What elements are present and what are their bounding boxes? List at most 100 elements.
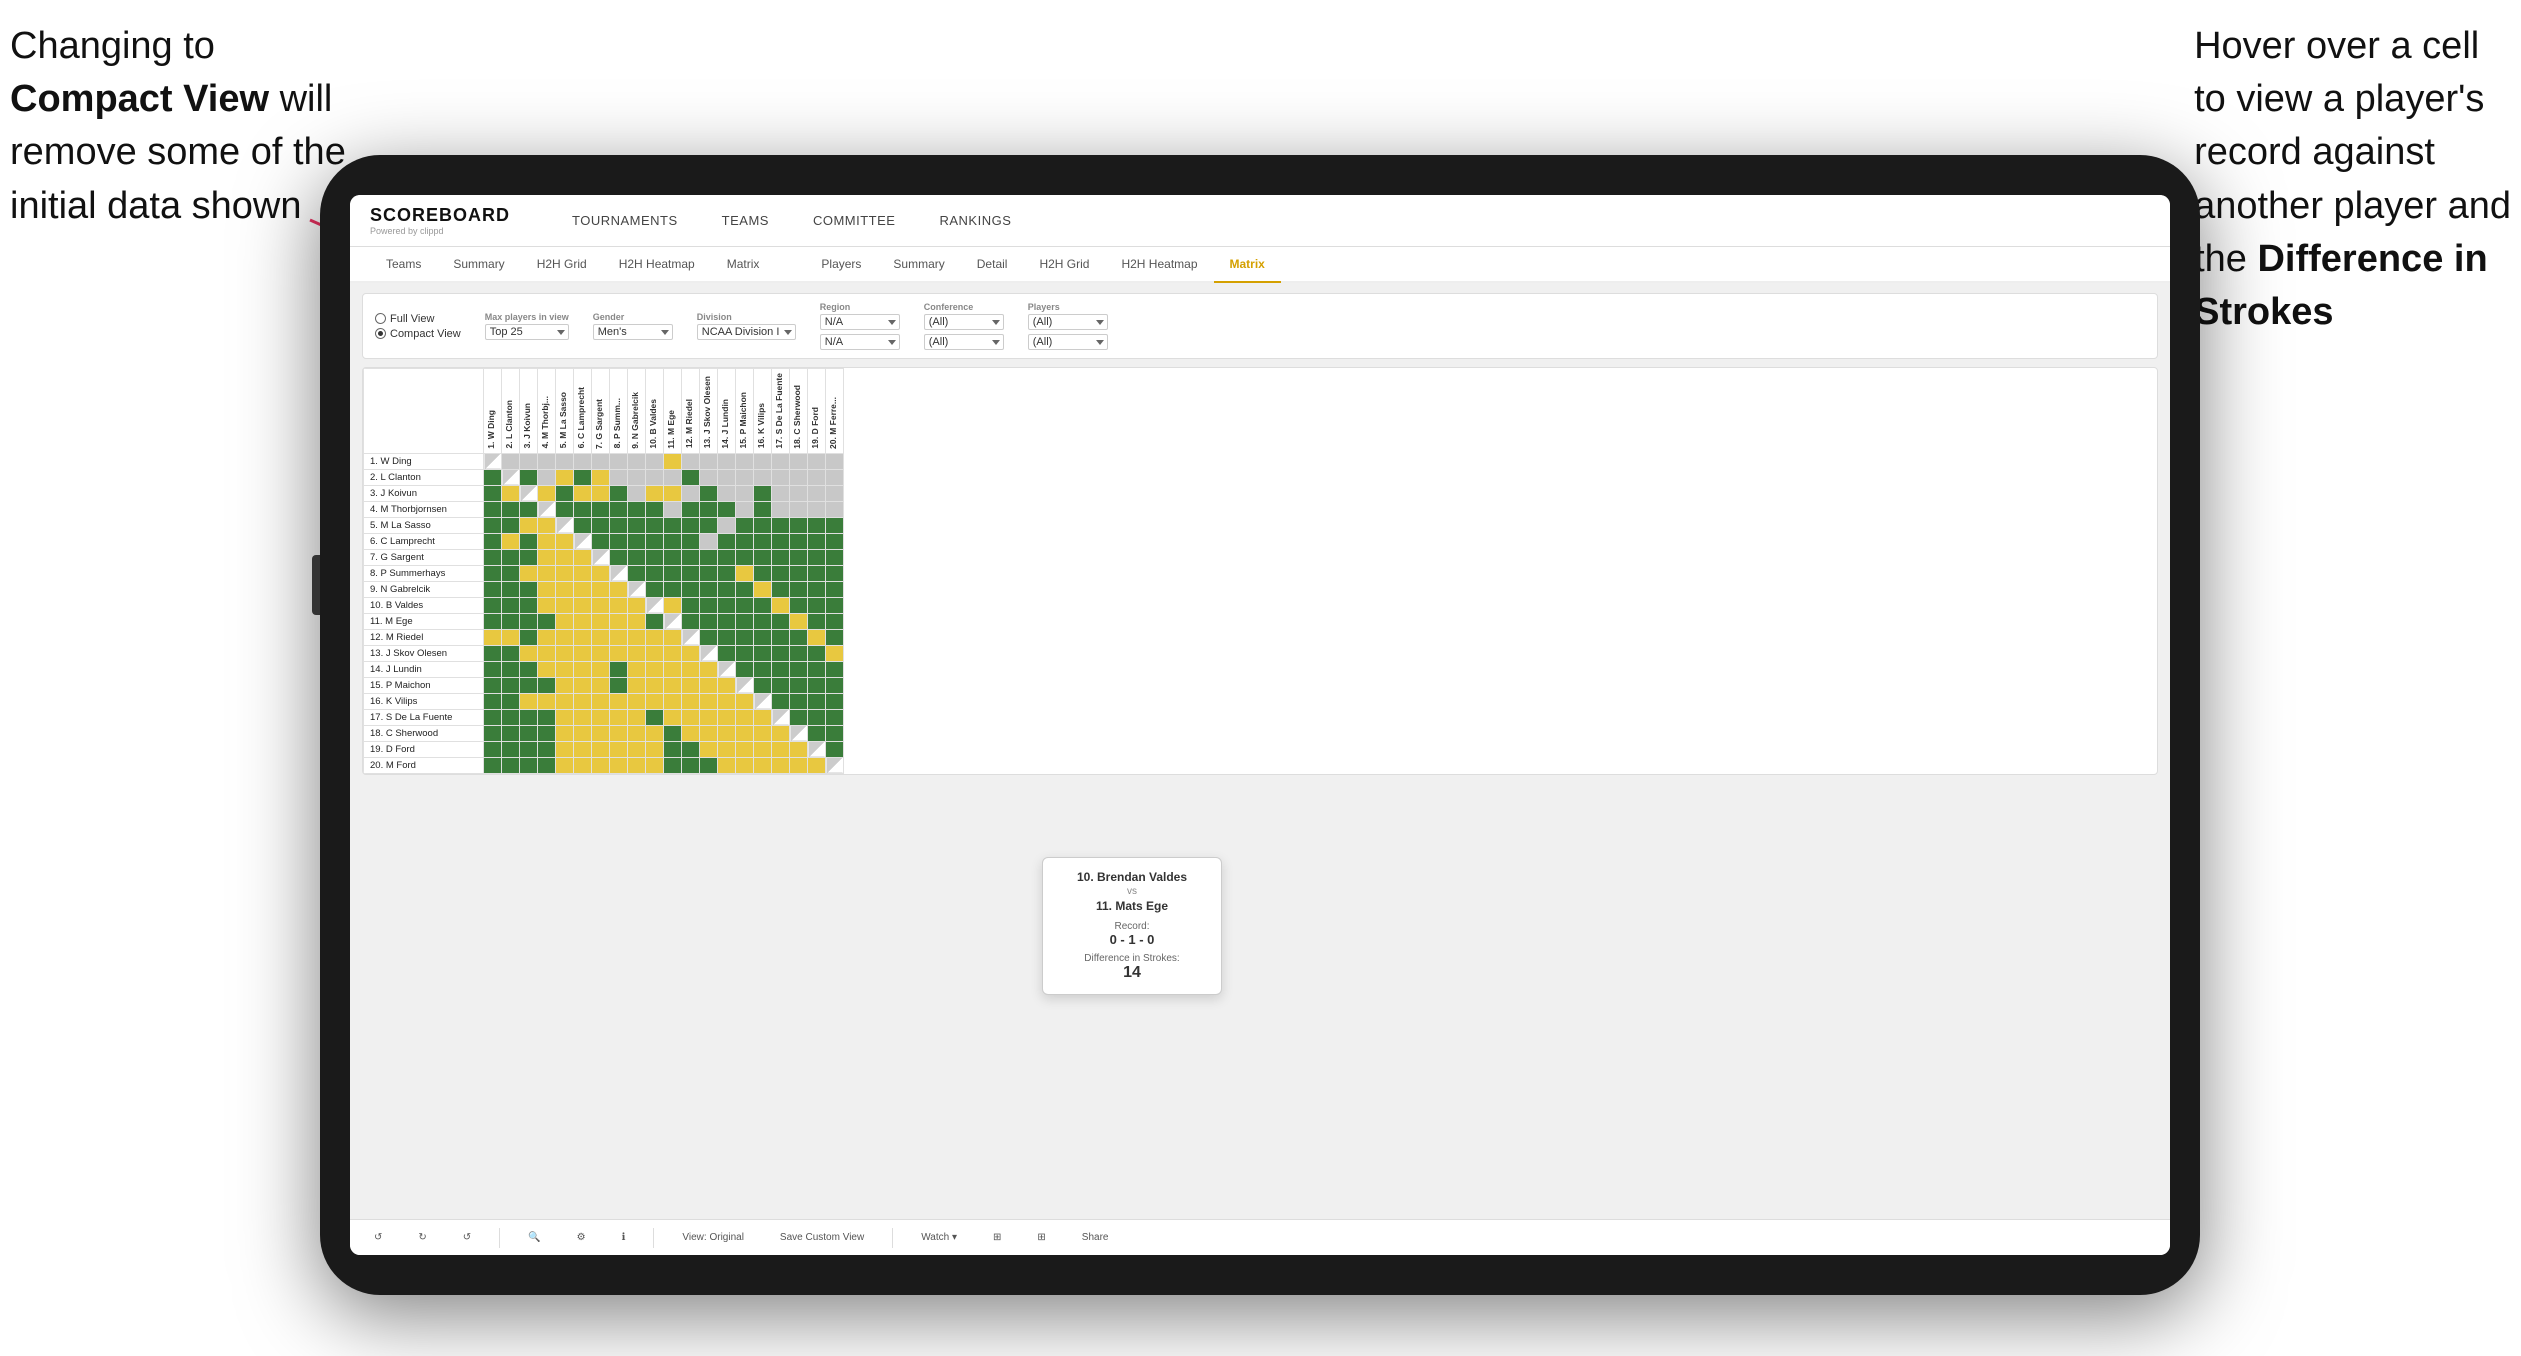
heat-cell[interactable] <box>484 645 502 661</box>
heat-cell[interactable] <box>574 613 592 629</box>
heat-cell[interactable] <box>520 469 538 485</box>
compact-view-option[interactable]: Compact View <box>375 328 461 340</box>
heat-cell[interactable] <box>520 517 538 533</box>
heat-cell[interactable] <box>826 693 844 709</box>
heat-cell[interactable] <box>682 693 700 709</box>
heat-cell[interactable] <box>556 613 574 629</box>
heat-cell[interactable] <box>484 725 502 741</box>
undo-button[interactable]: ↺ <box>366 1229 390 1246</box>
heat-cell[interactable] <box>592 661 610 677</box>
heat-cell[interactable] <box>520 757 538 773</box>
heat-cell[interactable] <box>790 597 808 613</box>
heat-cell[interactable] <box>646 645 664 661</box>
heat-cell[interactable] <box>556 469 574 485</box>
heat-cell[interactable] <box>700 757 718 773</box>
heat-cell[interactable] <box>790 709 808 725</box>
heat-cell[interactable] <box>484 613 502 629</box>
heat-cell[interactable] <box>790 725 808 741</box>
division-select[interactable]: NCAA Division I <box>697 324 796 340</box>
heat-cell[interactable] <box>700 597 718 613</box>
heat-cell[interactable] <box>574 757 592 773</box>
heat-cell[interactable] <box>664 517 682 533</box>
heat-cell[interactable] <box>754 581 772 597</box>
heat-cell[interactable] <box>610 741 628 757</box>
heat-cell[interactable] <box>772 501 790 517</box>
heat-cell[interactable] <box>682 645 700 661</box>
heat-cell[interactable] <box>556 757 574 773</box>
heat-cell[interactable] <box>754 517 772 533</box>
heat-cell[interactable] <box>610 485 628 501</box>
tab-summary-2[interactable]: Summary <box>877 247 960 283</box>
heat-cell[interactable] <box>790 565 808 581</box>
heat-cell[interactable] <box>772 613 790 629</box>
heat-cell[interactable] <box>520 629 538 645</box>
heat-cell[interactable] <box>718 677 736 693</box>
heat-cell[interactable] <box>502 549 520 565</box>
heat-cell[interactable] <box>538 501 556 517</box>
heat-cell[interactable] <box>520 581 538 597</box>
players-select-1[interactable]: (All) <box>1028 314 1108 330</box>
heat-cell[interactable] <box>718 453 736 469</box>
heat-cell[interactable] <box>556 597 574 613</box>
heat-cell[interactable] <box>628 597 646 613</box>
heat-cell[interactable] <box>502 501 520 517</box>
heat-cell[interactable] <box>772 565 790 581</box>
heat-cell[interactable] <box>502 517 520 533</box>
heat-cell[interactable] <box>592 517 610 533</box>
heat-cell[interactable] <box>520 597 538 613</box>
heat-cell[interactable] <box>556 645 574 661</box>
heat-cell[interactable] <box>628 581 646 597</box>
heat-cell[interactable] <box>574 597 592 613</box>
heat-cell[interactable] <box>682 565 700 581</box>
heat-cell[interactable] <box>538 757 556 773</box>
heat-cell[interactable] <box>718 517 736 533</box>
heat-cell[interactable] <box>502 533 520 549</box>
heat-cell[interactable] <box>610 613 628 629</box>
heat-cell[interactable] <box>628 501 646 517</box>
players-select-2[interactable]: (All) <box>1028 334 1108 350</box>
heat-cell[interactable] <box>520 709 538 725</box>
heat-cell[interactable] <box>646 597 664 613</box>
heat-cell[interactable] <box>646 613 664 629</box>
heat-cell[interactable] <box>754 533 772 549</box>
heat-cell[interactable] <box>592 709 610 725</box>
heat-cell[interactable] <box>718 645 736 661</box>
heat-cell[interactable] <box>592 597 610 613</box>
heat-cell[interactable] <box>484 565 502 581</box>
heat-cell[interactable] <box>736 693 754 709</box>
heat-cell[interactable] <box>826 661 844 677</box>
tab-matrix-2[interactable]: Matrix <box>1214 247 1281 283</box>
tab-h2h-grid-2[interactable]: H2H Grid <box>1023 247 1105 283</box>
heat-cell[interactable] <box>484 469 502 485</box>
heat-cell[interactable] <box>520 613 538 629</box>
heat-cell[interactable] <box>646 533 664 549</box>
heat-cell[interactable] <box>574 501 592 517</box>
heat-cell[interactable] <box>646 469 664 485</box>
heat-cell[interactable] <box>556 485 574 501</box>
heat-cell[interactable] <box>808 677 826 693</box>
heat-cell[interactable] <box>646 741 664 757</box>
heat-cell[interactable] <box>484 501 502 517</box>
heat-cell[interactable] <box>592 549 610 565</box>
full-view-radio[interactable] <box>375 313 386 324</box>
heat-cell[interactable] <box>592 757 610 773</box>
heat-cell[interactable] <box>520 565 538 581</box>
heat-cell[interactable] <box>628 661 646 677</box>
heat-cell[interactable] <box>664 629 682 645</box>
heat-cell[interactable] <box>772 661 790 677</box>
heat-cell[interactable] <box>592 677 610 693</box>
heat-cell[interactable] <box>574 533 592 549</box>
heat-cell[interactable] <box>808 581 826 597</box>
heat-cell[interactable] <box>628 677 646 693</box>
heat-cell[interactable] <box>700 469 718 485</box>
heat-cell[interactable] <box>556 453 574 469</box>
heat-cell[interactable] <box>664 645 682 661</box>
heat-cell[interactable] <box>754 677 772 693</box>
heat-cell[interactable] <box>826 613 844 629</box>
heat-cell[interactable] <box>628 517 646 533</box>
heat-cell[interactable] <box>610 549 628 565</box>
heat-cell[interactable] <box>700 741 718 757</box>
heat-cell[interactable] <box>610 677 628 693</box>
heat-cell[interactable] <box>808 501 826 517</box>
heat-cell[interactable] <box>502 565 520 581</box>
